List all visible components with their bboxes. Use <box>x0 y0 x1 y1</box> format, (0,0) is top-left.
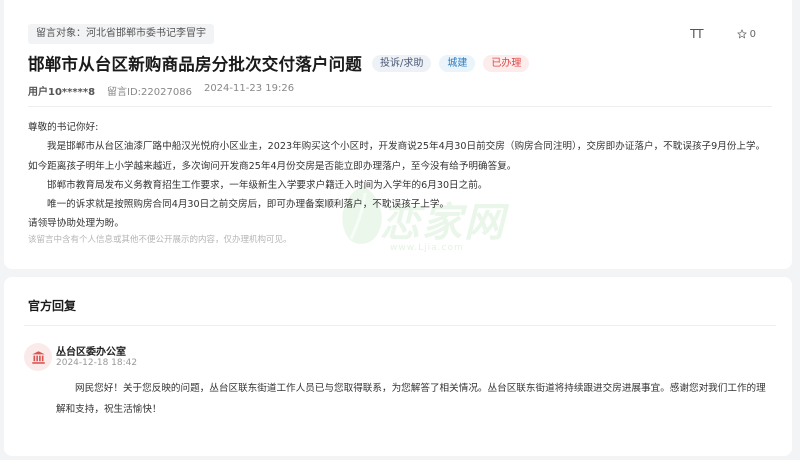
message-title: 邯郸市从台区新购商品房分批次交付落户问题 <box>28 55 362 74</box>
favorite-count: 0 <box>749 28 756 40</box>
divider <box>24 325 776 326</box>
font-size-icon[interactable]: TT <box>690 27 703 41</box>
message-content: 尊敬的书记你好: 我是邯郸市从台区油漆厂路中船汉光悦府小区业主，2023年购买这… <box>28 118 774 234</box>
reply-text: 网民您好！关于您反映的问题，丛台区联东街道工作人员已与您取得联系，为您解答了相关… <box>56 383 766 415</box>
message-card: 留言对象：河北省邯郸市委书记李冒宇 TT 0 邯郸市从台区新购商品房分批次交付落… <box>4 0 792 269</box>
closing-line: 请领导协助处理为盼。 <box>28 218 124 230</box>
type-tag: 投诉/求助 <box>372 54 432 72</box>
reply-org-name: 丛台区委办公室 <box>56 347 126 358</box>
user-id: 用户10*****8 <box>28 87 96 98</box>
field-tag: 城建 <box>439 54 476 72</box>
government-building-icon <box>31 350 45 364</box>
watermark-url: www.Ljia.com <box>390 243 464 253</box>
reply-datetime: 2024-12-18 18:42 <box>56 358 138 368</box>
content-paragraph: 唯一的诉求就是按照购房合同4月30日之前交房后，即可办理备案顺利落户，不耽误孩子… <box>47 199 450 211</box>
message-target-tag: 留言对象：河北省邯郸市委书记李冒宇 <box>28 24 214 44</box>
divider <box>28 106 772 107</box>
privacy-note: 该留言中含有个人信息或其他不便公开展示的内容，仅办理机构可见。 <box>28 235 292 245</box>
avatar <box>24 343 52 371</box>
top-actions: TT 0 <box>690 27 756 41</box>
title-row: 邯郸市从台区新购商品房分批次交付落户问题 投诉/求助 城建 已办理 <box>28 51 530 75</box>
salutation: 尊敬的书记你好: <box>28 122 99 133</box>
reply-section-title: 官方回复 <box>28 299 77 313</box>
favorite-button[interactable]: 0 <box>737 29 756 40</box>
message-meta: 用户10*****8 留言ID:22027086 2024-11-23 19:2… <box>28 83 294 98</box>
reply-card: 官方回复 丛台区委办公室 2024-12-18 18:42 网民您好！关于您反映… <box>4 277 792 456</box>
content-paragraph: 邯郸市教育局发布义务教育招生工作要求，一年级新生入学要求户籍迁入时间为入学年的6… <box>47 179 488 191</box>
status-badge: 已办理 <box>483 54 530 72</box>
star-icon <box>737 29 747 39</box>
content-paragraph: 我是邯郸市从台区油漆厂路中船汉光悦府小区业主，2023年购买这个小区时，开发商说… <box>28 141 766 172</box>
message-datetime: 2024-11-23 19:26 <box>203 83 295 94</box>
message-id: 留言ID:22027086 <box>107 87 192 98</box>
